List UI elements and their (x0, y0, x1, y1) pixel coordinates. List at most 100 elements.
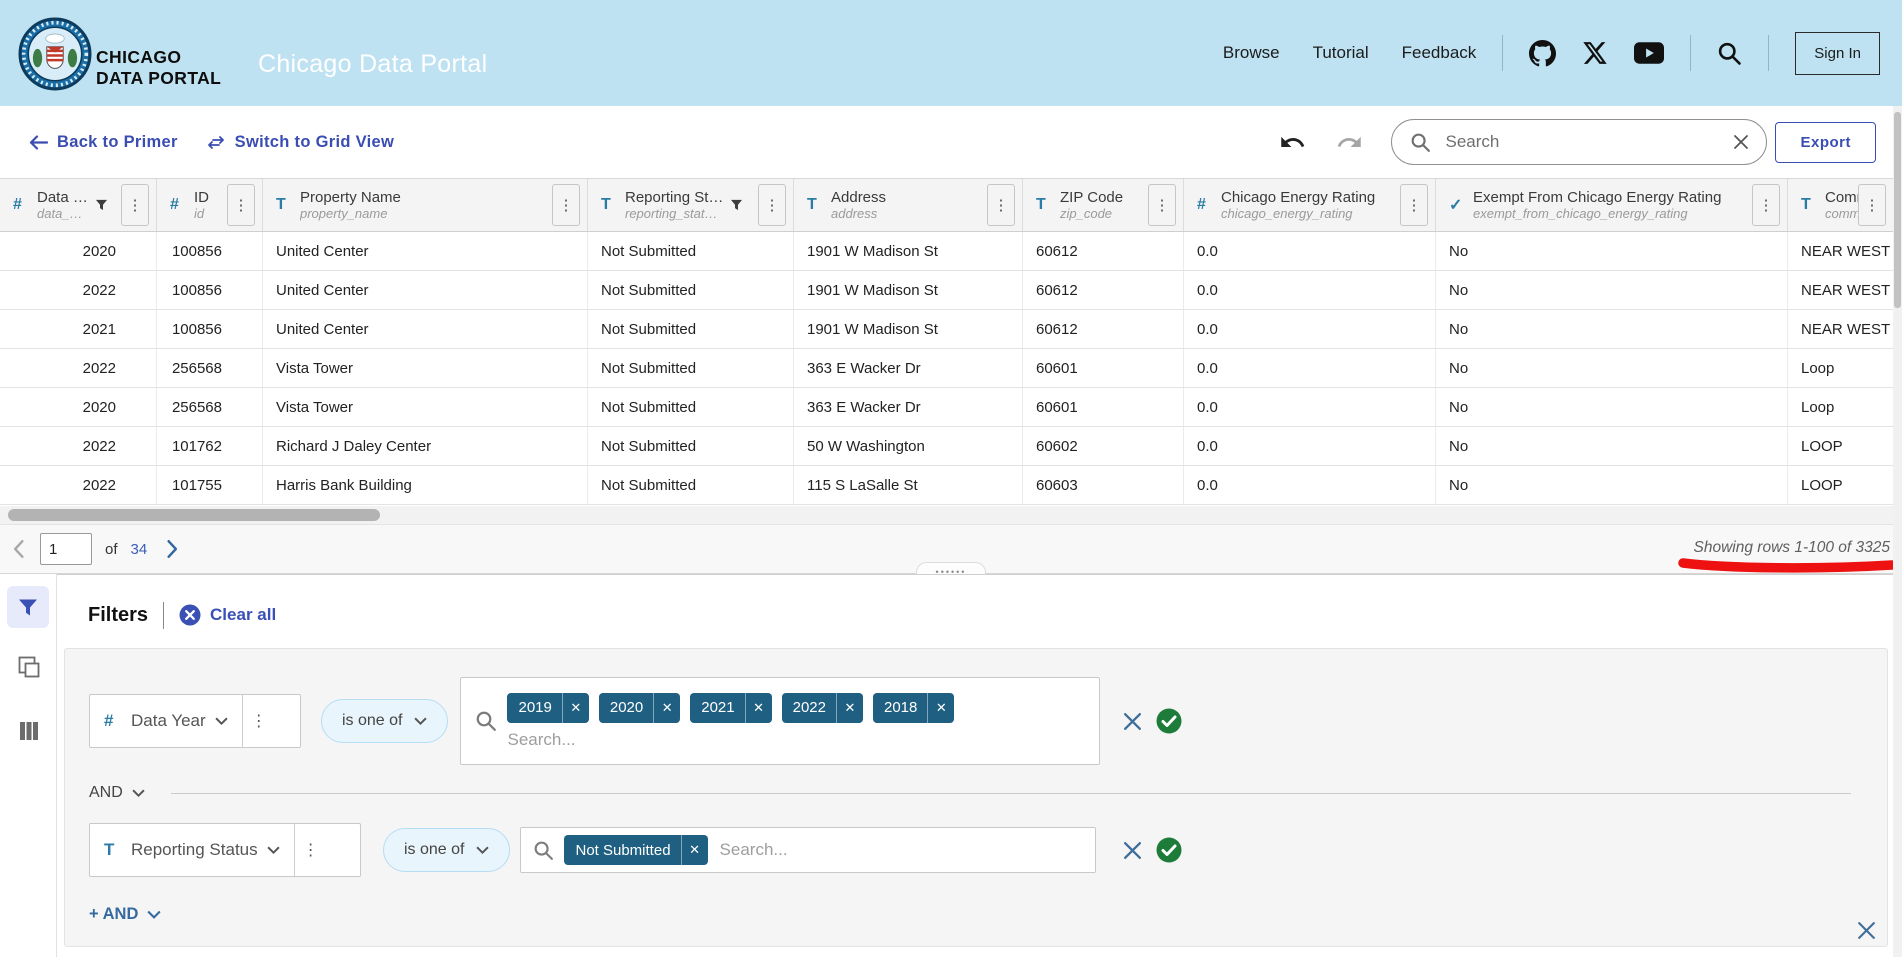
table-row[interactable]: 2022256568Vista TowerNot Submitted363 E … (0, 349, 1893, 388)
remove-condition-icon[interactable] (1122, 840, 1143, 861)
values-search-input[interactable]: Search... (720, 840, 788, 860)
remove-chip-icon[interactable]: ✕ (653, 693, 680, 723)
column-selector[interactable]: T Reporting Status ⋮ (89, 823, 361, 877)
column-header-property_name[interactable]: TProperty Nameproperty_name⋮ (263, 179, 588, 231)
column-menu-button[interactable]: ⋮ (1400, 184, 1428, 226)
switch-to-grid-view-link[interactable]: Switch to Grid View (206, 133, 394, 152)
column-name: Data … (37, 189, 88, 206)
back-to-primer-link[interactable]: Back to Primer (28, 133, 178, 152)
filter-value-chip: 2020✕ (599, 693, 680, 723)
github-icon[interactable] (1529, 40, 1556, 67)
table-row[interactable]: 2020100856United CenterNot Submitted1901… (0, 232, 1893, 271)
column-header-address[interactable]: TAddressaddress⋮ (794, 179, 1023, 231)
vertical-scrollbar-thumb[interactable] (1894, 112, 1901, 308)
cell-chicago_energy_rating: 0.0 (1184, 232, 1436, 270)
filters-header: Filters Clear all (88, 597, 276, 633)
cell-property_name: Vista Tower (263, 349, 588, 387)
nav-link-feedback[interactable]: Feedback (1402, 43, 1477, 63)
clear-circle-icon (179, 604, 201, 626)
remove-chip-icon[interactable]: ✕ (681, 835, 708, 865)
undo-icon[interactable] (1279, 129, 1306, 156)
column-menu-button[interactable]: ⋮ (1858, 184, 1886, 226)
column-menu-button[interactable]: ⋮ (227, 184, 255, 226)
cell-property_name: United Center (263, 310, 588, 348)
column-header-chicago_energy_rating[interactable]: #Chicago Energy Ratingchicago_energy_rat… (1184, 179, 1436, 231)
remove-condition-icon[interactable] (1122, 711, 1143, 732)
column-header-data_[interactable]: #Data …data_…⋮ (0, 179, 157, 231)
operator-selector[interactable]: is one of (321, 699, 448, 743)
close-panel-icon[interactable] (1856, 920, 1877, 941)
cell-address: 1901 W Madison St (794, 232, 1023, 270)
cell-exempt_from_chicago_energy_rating: No (1436, 466, 1788, 504)
total-pages-link[interactable]: 34 (131, 541, 148, 558)
page-number-input[interactable] (40, 533, 92, 565)
column-selector-main[interactable]: T Reporting Status (90, 824, 294, 876)
filter-values-box[interactable]: 2019✕2020✕2021✕2022✕2018✕ Search... (460, 677, 1100, 765)
table-row[interactable]: 2020256568Vista TowerNot Submitted363 E … (0, 388, 1893, 427)
column-menu-button[interactable]: ⋮ (1752, 184, 1780, 226)
remove-chip-icon[interactable]: ✕ (927, 693, 954, 723)
nav-link-browse[interactable]: Browse (1223, 43, 1280, 63)
export-button[interactable]: Export (1775, 122, 1876, 163)
apply-condition-icon[interactable] (1156, 708, 1182, 734)
column-field-name: data_… (37, 206, 88, 221)
column-header-zip_code[interactable]: TZIP Codezip_code⋮ (1023, 179, 1184, 231)
filter-value-chip: 2022✕ (782, 693, 863, 723)
remove-chip-icon[interactable]: ✕ (562, 693, 589, 723)
filter-values-box[interactable]: Not Submitted✕ Search... (520, 827, 1096, 873)
add-condition-button[interactable]: + AND (89, 905, 161, 924)
cell-commu: NEAR WEST (1788, 232, 1893, 270)
column-header-reporting_stat[interactable]: TReporting St…reporting_stat…⋮ (588, 179, 794, 231)
columns-tab-button[interactable] (16, 718, 41, 743)
cell-address: 363 E Wacker Dr (794, 349, 1023, 387)
cell-reporting_stat: Not Submitted (588, 388, 794, 426)
horizontal-scrollbar-thumb[interactable] (8, 509, 380, 521)
header-actions: Browse Tutorial Feedback Sign In (1223, 0, 1880, 106)
youtube-icon[interactable] (1634, 42, 1664, 64)
filters-tab-button[interactable] (7, 586, 49, 628)
values-search-input[interactable]: Search... (507, 730, 954, 750)
nav-link-tutorial[interactable]: Tutorial (1313, 43, 1369, 63)
column-menu-button[interactable]: ⋮ (758, 184, 786, 226)
horizontal-scrollbar[interactable] (0, 506, 1893, 524)
cell-commu: Loop (1788, 349, 1893, 387)
clear-all-filters-button[interactable]: Clear all (179, 604, 276, 626)
table-row[interactable]: 2021100856United CenterNot Submitted1901… (0, 310, 1893, 349)
previous-page-icon[interactable] (10, 539, 27, 559)
condition-menu-button[interactable]: ⋮ (294, 824, 327, 876)
sign-in-button[interactable]: Sign In (1795, 32, 1880, 75)
remove-chip-icon[interactable]: ✕ (745, 693, 772, 723)
clear-search-icon[interactable] (1732, 133, 1750, 151)
layers-tab-button[interactable] (16, 654, 41, 679)
column-header-id[interactable]: #IDid⋮ (157, 179, 263, 231)
brand-wordmark[interactable]: CHICAGO DATA PORTAL (96, 47, 221, 89)
chevron-down-icon[interactable] (132, 789, 145, 798)
column-menu-button[interactable]: ⋮ (121, 184, 149, 226)
redo-icon[interactable] (1336, 129, 1363, 156)
operator-selector[interactable]: is one of (383, 828, 510, 872)
search-icon[interactable] (1717, 41, 1742, 66)
column-header-commu[interactable]: TCommucommu⋮ (1788, 179, 1893, 231)
x-twitter-icon[interactable] (1582, 40, 1608, 66)
cell-exempt_from_chicago_energy_rating: No (1436, 388, 1788, 426)
app-root: CHICAGO DATA PORTAL Chicago Data Portal … (0, 0, 1902, 957)
remove-chip-icon[interactable]: ✕ (836, 693, 863, 723)
column-menu-button[interactable]: ⋮ (1148, 184, 1176, 226)
apply-condition-icon[interactable] (1156, 837, 1182, 863)
condition-joiner: AND (89, 779, 1851, 807)
column-menu-button[interactable]: ⋮ (552, 184, 580, 226)
table-search-input[interactable] (1443, 131, 1732, 153)
chip-label: 2021 (690, 699, 744, 716)
table-row[interactable]: 2022101755Harris Bank BuildingNot Submit… (0, 466, 1893, 505)
text-type-icon: T (1036, 196, 1054, 214)
next-page-icon[interactable] (164, 539, 181, 559)
column-selector-main[interactable]: # Data Year (90, 695, 242, 747)
table-row[interactable]: 2022100856United CenterNot Submitted1901… (0, 271, 1893, 310)
column-menu-button[interactable]: ⋮ (987, 184, 1015, 226)
column-selector[interactable]: # Data Year ⋮ (89, 694, 301, 748)
checkbox-type-icon: ✓ (1449, 195, 1467, 215)
cell-id: 101755 (157, 466, 263, 504)
column-header-exempt_from_chicago_energy_rating[interactable]: ✓Exempt From Chicago Energy Ratingexempt… (1436, 179, 1788, 231)
table-row[interactable]: 2022101762Richard J Daley CenterNot Subm… (0, 427, 1893, 466)
condition-menu-button[interactable]: ⋮ (242, 695, 275, 747)
